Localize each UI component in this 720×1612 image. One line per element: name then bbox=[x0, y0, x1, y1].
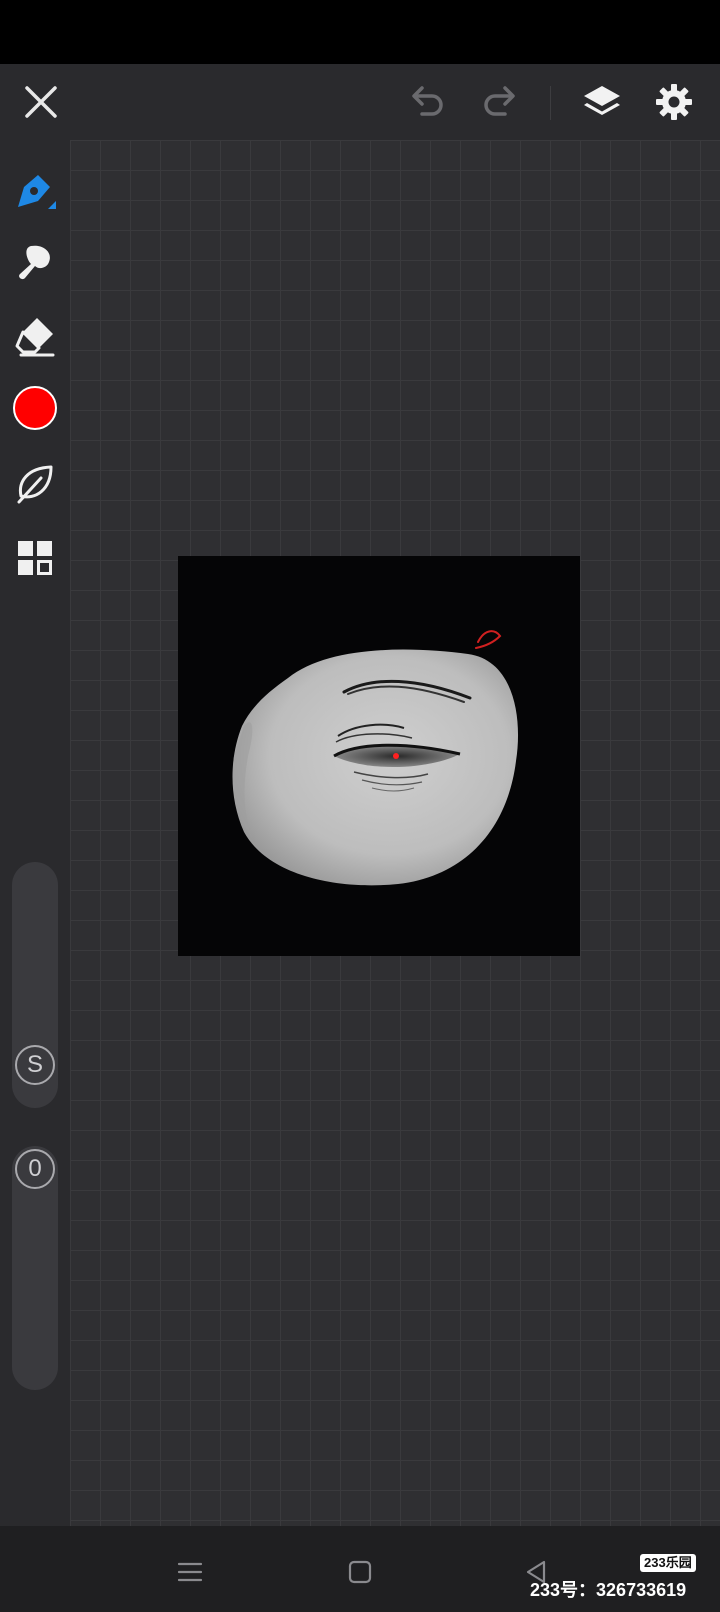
brush-size-label: S bbox=[15, 1045, 55, 1085]
toolbar-divider bbox=[550, 86, 551, 120]
eraser-icon bbox=[15, 318, 55, 357]
status-bar bbox=[0, 0, 720, 64]
redo-button[interactable] bbox=[475, 76, 527, 128]
brush-tool-button[interactable] bbox=[9, 166, 61, 218]
brush-opacity-knob[interactable]: 0 bbox=[12, 1146, 58, 1192]
grid-icon bbox=[18, 541, 52, 575]
top-toolbar bbox=[0, 64, 720, 140]
artwork-face-drawing bbox=[232, 630, 519, 886]
close-icon bbox=[25, 86, 57, 118]
home-square-icon bbox=[348, 1560, 372, 1584]
eraser-tool-button[interactable] bbox=[9, 310, 61, 362]
close-button[interactable] bbox=[15, 76, 67, 128]
undo-button[interactable] bbox=[400, 76, 452, 128]
brush-opacity-label: 0 bbox=[15, 1149, 55, 1189]
layers-icon bbox=[584, 86, 620, 115]
leaf-icon bbox=[17, 465, 53, 504]
left-toolbar: S 0 bbox=[0, 140, 70, 1526]
home-button[interactable] bbox=[336, 1548, 384, 1596]
canvas-area[interactable] bbox=[70, 140, 720, 1526]
drawing-artboard[interactable] bbox=[178, 556, 580, 956]
pen-brush-icon bbox=[18, 175, 56, 209]
undo-icon bbox=[412, 86, 443, 116]
gear-icon bbox=[656, 84, 692, 120]
brush-size-knob[interactable]: S bbox=[12, 1042, 58, 1088]
watermark-text: 233号：326733619 bbox=[530, 1580, 687, 1600]
redo-icon bbox=[484, 86, 515, 116]
smudge-icon bbox=[19, 245, 50, 280]
watermark-logo: 233乐园 bbox=[640, 1554, 696, 1572]
smudge-tool-button[interactable] bbox=[9, 236, 61, 288]
menu-icon bbox=[177, 1562, 203, 1582]
color-swatch bbox=[13, 386, 57, 430]
stabilizer-tool-button[interactable] bbox=[9, 458, 61, 510]
gallery-button[interactable] bbox=[9, 532, 61, 584]
recent-apps-button[interactable] bbox=[166, 1548, 214, 1596]
layers-button[interactable] bbox=[576, 76, 628, 128]
color-picker-button[interactable] bbox=[9, 382, 61, 434]
settings-button[interactable] bbox=[648, 76, 700, 128]
